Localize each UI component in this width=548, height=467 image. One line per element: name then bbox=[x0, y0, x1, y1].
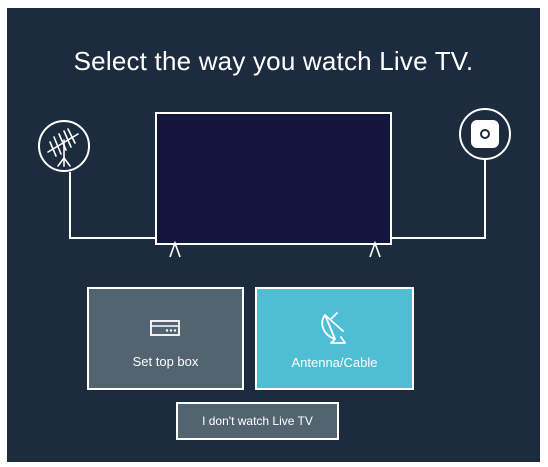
set-top-box-icon bbox=[150, 320, 180, 336]
antenna-cable-option[interactable]: Antenna/Cable bbox=[255, 287, 414, 390]
set-top-box-option[interactable]: Set top box bbox=[87, 287, 244, 390]
satellite-dish-icon bbox=[321, 312, 346, 344]
no-live-tv-button[interactable]: I don't watch Live TV bbox=[176, 402, 339, 440]
set-top-box-icon bbox=[459, 108, 511, 160]
antenna-icon bbox=[38, 120, 90, 172]
live-tv-setup-screen: Select the way you watch Live TV. Set to… bbox=[7, 8, 540, 462]
tv-right-leg bbox=[369, 240, 381, 258]
tv-left-leg bbox=[169, 240, 181, 258]
set-top-box-label: Set top box bbox=[132, 354, 199, 369]
antenna-cable-label: Antenna/Cable bbox=[291, 355, 378, 370]
tv-icon bbox=[155, 112, 392, 245]
